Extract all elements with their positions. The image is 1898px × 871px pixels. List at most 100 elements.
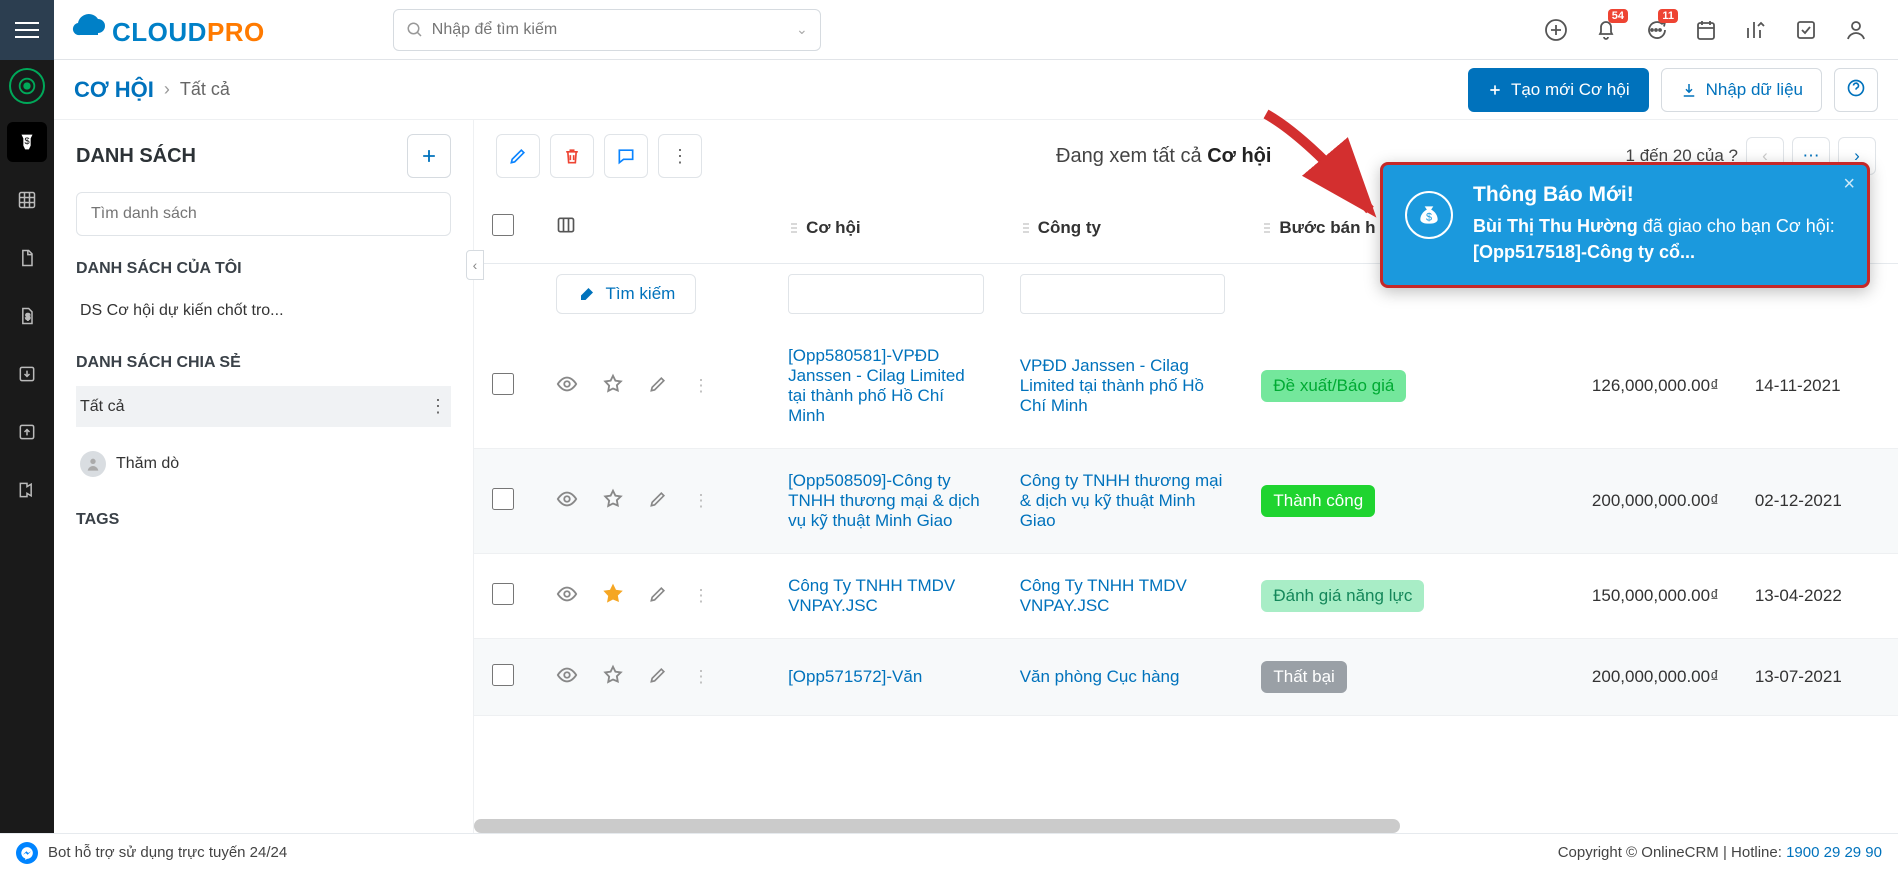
bell-icon[interactable]: 54 bbox=[1594, 18, 1618, 42]
trash-icon bbox=[562, 146, 582, 166]
pencil-icon bbox=[508, 146, 528, 166]
opportunity-link[interactable]: [Opp508509]-Công ty TNHH thương mại & dị… bbox=[788, 471, 980, 530]
company-link[interactable]: Công ty TNHH thương mại & dịch vụ kỹ thu… bbox=[1020, 471, 1223, 530]
col-opportunity[interactable]: Cơ hội bbox=[770, 192, 1002, 264]
star-icon[interactable] bbox=[602, 664, 624, 691]
column-picker-icon[interactable] bbox=[556, 219, 576, 239]
pencil-icon[interactable] bbox=[648, 374, 668, 399]
help-button[interactable] bbox=[1834, 68, 1878, 112]
shared-list-all[interactable]: Tất cả ⋮ bbox=[76, 386, 451, 427]
star-icon[interactable] bbox=[602, 488, 624, 515]
pencil-icon[interactable] bbox=[648, 489, 668, 514]
stage-pill: Đề xuất/Báo giá bbox=[1261, 370, 1406, 402]
notification-toast[interactable]: × $ Thông Báo Mới! Bùi Thị Thu Hường đã … bbox=[1380, 162, 1870, 288]
star-icon[interactable] bbox=[602, 373, 624, 400]
horizontal-scrollbar[interactable] bbox=[474, 819, 1400, 833]
add-list-button[interactable] bbox=[407, 134, 451, 178]
stage-pill: Thất bại bbox=[1261, 661, 1346, 693]
pencil-icon[interactable] bbox=[648, 665, 668, 690]
calendar-icon[interactable] bbox=[1694, 18, 1718, 42]
filter-opp-input[interactable] bbox=[788, 274, 984, 314]
row-checkbox[interactable] bbox=[492, 664, 514, 686]
topbar: CLOUDPRO ⌄ 54 11 bbox=[0, 0, 1898, 60]
table-row: ⋮ [Opp580581]-VPĐD Janssen - Cilag Limit… bbox=[474, 324, 1898, 449]
nav-rail: $ $ bbox=[0, 60, 54, 833]
top-actions: 54 11 bbox=[1544, 18, 1898, 42]
plus-icon bbox=[419, 146, 439, 166]
rail-upload[interactable] bbox=[7, 412, 47, 452]
list-item-label: Tất cả bbox=[80, 398, 124, 416]
chat-icon[interactable]: 11 bbox=[1644, 18, 1668, 42]
row-menu[interactable]: ⋮ bbox=[692, 667, 709, 687]
stage-pill: Thành công bbox=[1261, 485, 1375, 517]
row-menu[interactable]: ⋮ bbox=[692, 376, 709, 396]
eye-icon[interactable] bbox=[556, 664, 578, 691]
rail-grid[interactable] bbox=[7, 180, 47, 220]
my-lists-heading: DANH SÁCH CỦA TÔI bbox=[76, 260, 451, 278]
rail-download[interactable] bbox=[7, 354, 47, 394]
eye-icon[interactable] bbox=[556, 488, 578, 515]
logo[interactable]: CLOUDPRO bbox=[54, 11, 283, 48]
task-icon[interactable] bbox=[1794, 18, 1818, 42]
sidebar-filter-input[interactable] bbox=[76, 192, 451, 236]
rail-edit[interactable] bbox=[7, 470, 47, 510]
eye-icon[interactable] bbox=[556, 373, 578, 400]
create-label: Tạo mới Cơ hội bbox=[1511, 80, 1630, 100]
footer-copyright: Copyright © OnlineCRM | Hotline: 1900 29… bbox=[1558, 844, 1882, 861]
opportunity-link[interactable]: [Opp571572]-Văn bbox=[788, 667, 922, 686]
close-icon[interactable]: × bbox=[1843, 173, 1855, 196]
rail-invoice[interactable]: $ bbox=[7, 296, 47, 336]
chevron-down-icon[interactable]: ⌄ bbox=[796, 21, 808, 38]
opportunity-link[interactable]: Công Ty TNHH TMDV VNPAY.JSC bbox=[788, 576, 955, 615]
search-btn-label: Tìm kiếm bbox=[605, 284, 675, 304]
filter-company-input[interactable] bbox=[1020, 274, 1226, 314]
rail-target[interactable] bbox=[9, 68, 45, 104]
row-checkbox[interactable] bbox=[492, 583, 514, 605]
chat-badge: 11 bbox=[1658, 9, 1678, 23]
hotline-link[interactable]: 1900 29 29 90 bbox=[1786, 844, 1882, 861]
report-icon[interactable] bbox=[1744, 18, 1768, 42]
more-button[interactable]: ⋮ bbox=[658, 134, 702, 178]
opportunity-link[interactable]: [Opp580581]-VPĐD Janssen - Cilag Limited… bbox=[788, 346, 965, 425]
download-icon bbox=[1680, 81, 1698, 99]
delete-button[interactable] bbox=[550, 134, 594, 178]
user-icon[interactable] bbox=[1844, 18, 1868, 42]
import-button[interactable]: Nhập dữ liệu bbox=[1661, 68, 1822, 112]
company-link[interactable]: Văn phòng Cục hàng bbox=[1020, 667, 1180, 686]
row-menu[interactable]: ⋮ bbox=[692, 491, 709, 511]
col-company[interactable]: Công ty bbox=[1002, 192, 1244, 264]
my-list-item[interactable]: DS Cơ hội dự kiến chốt tro... bbox=[76, 292, 451, 330]
list-item-menu[interactable]: ⋮ bbox=[429, 396, 447, 417]
eye-icon[interactable] bbox=[556, 583, 578, 610]
company-link[interactable]: VPĐD Janssen - Cilag Limited tại thành p… bbox=[1020, 356, 1204, 415]
select-all-checkbox[interactable] bbox=[492, 214, 514, 236]
breadcrumb: CƠ HỘI › Tất cả bbox=[74, 77, 230, 103]
table-search-button[interactable]: Tìm kiếm bbox=[556, 274, 696, 314]
row-menu[interactable]: ⋮ bbox=[692, 586, 709, 606]
collapse-sidebar-button[interactable]: ‹ bbox=[466, 250, 484, 280]
toast-body: Bùi Thị Thu Hường đã giao cho bạn Cơ hội… bbox=[1473, 213, 1847, 265]
comment-button[interactable] bbox=[604, 134, 648, 178]
add-icon[interactable] bbox=[1544, 18, 1568, 42]
global-search[interactable]: ⌄ bbox=[393, 9, 821, 51]
rail-doc[interactable] bbox=[7, 238, 47, 278]
create-opportunity-button[interactable]: Tạo mới Cơ hội bbox=[1468, 68, 1649, 112]
company-link[interactable]: Công Ty TNHH TMDV VNPAY.JSC bbox=[1020, 576, 1187, 615]
search-input[interactable] bbox=[424, 21, 796, 39]
comment-icon bbox=[616, 146, 636, 166]
bell-badge: 54 bbox=[1608, 9, 1628, 23]
page-header: CƠ HỘI › Tất cả Tạo mới Cơ hội Nhập dữ l… bbox=[54, 60, 1898, 120]
messenger-icon[interactable] bbox=[16, 842, 38, 864]
table-wrapper[interactable]: Cơ hội Công ty Bước bán h ốt dự bbox=[474, 192, 1898, 833]
edit-button[interactable] bbox=[496, 134, 540, 178]
star-icon[interactable] bbox=[602, 583, 624, 610]
shared-list-tham-do[interactable]: Thăm dò bbox=[76, 441, 451, 487]
row-checkbox[interactable] bbox=[492, 373, 514, 395]
pencil-icon[interactable] bbox=[648, 584, 668, 609]
menu-toggle[interactable] bbox=[0, 0, 54, 60]
list-item-label: DS Cơ hội dự kiến chốt tro... bbox=[80, 302, 284, 320]
date-cell: 02-12-2021 bbox=[1737, 449, 1898, 554]
row-checkbox[interactable] bbox=[492, 488, 514, 510]
import-label: Nhập dữ liệu bbox=[1706, 80, 1803, 100]
rail-opportunity[interactable]: $ bbox=[7, 122, 47, 162]
